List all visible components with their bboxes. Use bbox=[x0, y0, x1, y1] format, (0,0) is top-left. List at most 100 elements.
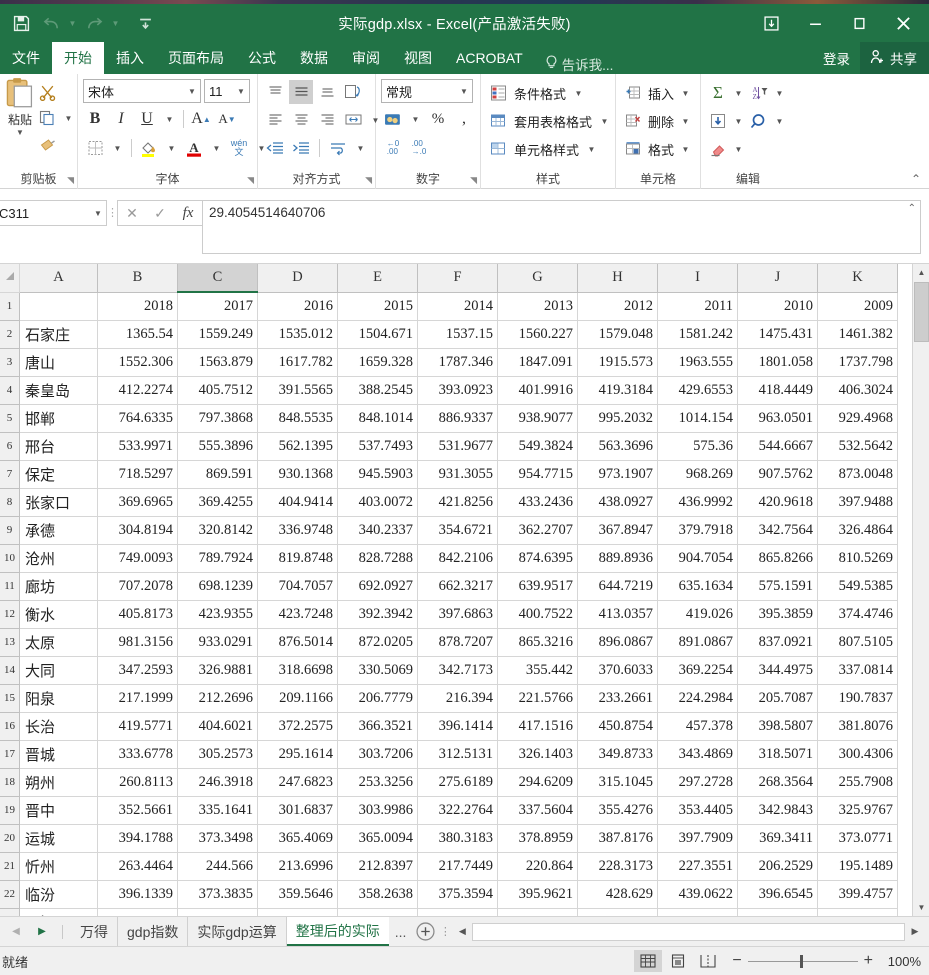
comma-format-button[interactable]: , bbox=[452, 107, 476, 131]
horizontal-scrollbar[interactable]: ◀ ▶ bbox=[452, 921, 925, 943]
ribbon-tab-formulas[interactable]: 公式 bbox=[236, 42, 288, 74]
cell-A12[interactable]: 衡水 bbox=[19, 600, 98, 629]
cell-F7[interactable]: 931.3055 bbox=[417, 460, 498, 489]
cell-A13[interactable]: 太原 bbox=[19, 628, 98, 657]
cell-B9[interactable]: 304.8194 bbox=[97, 516, 178, 545]
cell-J10[interactable]: 865.8266 bbox=[737, 544, 818, 573]
wrap-text-button[interactable] bbox=[326, 136, 350, 160]
cell-K23[interactable]: 290.9851 bbox=[817, 908, 898, 916]
cell-F10[interactable]: 842.2106 bbox=[417, 544, 498, 573]
cell-C7[interactable]: 869.591 bbox=[177, 460, 258, 489]
paste-dropdown-icon[interactable]: ▼ bbox=[16, 128, 24, 137]
cell-A17[interactable]: 晋城 bbox=[19, 740, 98, 769]
cell-D6[interactable]: 562.1395 bbox=[257, 432, 338, 461]
column-header-G[interactable]: G bbox=[497, 264, 578, 293]
cell-G23[interactable]: 349.3024 bbox=[497, 908, 578, 916]
table-row[interactable]: 17 晋城 333.6778 305.2573 295.1614 303.7206 312.… bbox=[0, 740, 898, 769]
cell-C12[interactable]: 423.9355 bbox=[177, 600, 258, 629]
table-row[interactable]: 6 邢台 533.9971 555.3896 562.1395 537.7493 531.9… bbox=[0, 432, 898, 461]
page-layout-view-icon[interactable] bbox=[664, 950, 692, 972]
table-row[interactable]: 2 石家庄 1365.54 1559.249 1535.012 1504.671 1537.… bbox=[0, 320, 898, 349]
cell-I19[interactable]: 353.4405 bbox=[657, 796, 738, 825]
vertical-scroll-thumb[interactable] bbox=[914, 282, 929, 342]
cell-B3[interactable]: 1552.306 bbox=[97, 348, 178, 377]
cell-F6[interactable]: 531.9677 bbox=[417, 432, 498, 461]
ribbon-tab-home[interactable]: 开始 bbox=[52, 42, 104, 74]
font-name-dropdown-icon[interactable]: ▼ bbox=[184, 87, 200, 96]
find-select-dropdown-icon[interactable]: ▼ bbox=[771, 109, 788, 133]
row-header-19[interactable]: 19 bbox=[0, 796, 20, 825]
cell-J5[interactable]: 963.0501 bbox=[737, 404, 818, 433]
cancel-formula-icon[interactable]: ✕ bbox=[118, 201, 146, 225]
cell-A9[interactable]: 承德 bbox=[19, 516, 98, 545]
cell-I17[interactable]: 343.4869 bbox=[657, 740, 738, 769]
column-header-J[interactable]: J bbox=[737, 264, 818, 293]
close-icon[interactable] bbox=[881, 4, 925, 42]
cell-H12[interactable]: 413.0357 bbox=[577, 600, 658, 629]
cell-K17[interactable]: 300.4306 bbox=[817, 740, 898, 769]
align-top-button[interactable] bbox=[263, 80, 287, 104]
sort-filter-button[interactable]: AZ bbox=[747, 81, 771, 105]
shrink-font-button[interactable]: A ▼ bbox=[215, 107, 239, 131]
cell-E6[interactable]: 537.7493 bbox=[337, 432, 418, 461]
column-header-B[interactable]: B bbox=[97, 264, 178, 293]
cell-D15[interactable]: 209.1166 bbox=[257, 684, 338, 713]
cell-K12[interactable]: 374.4746 bbox=[817, 600, 898, 629]
cell-H3[interactable]: 1915.573 bbox=[577, 348, 658, 377]
cell-B16[interactable]: 419.5771 bbox=[97, 712, 178, 741]
cell-J3[interactable]: 1801.058 bbox=[737, 348, 818, 377]
cell-B8[interactable]: 369.6965 bbox=[97, 488, 178, 517]
align-center-button[interactable] bbox=[289, 108, 313, 132]
name-box[interactable]: C311 ▼ bbox=[0, 200, 107, 226]
ribbon-display-options-icon[interactable] bbox=[749, 4, 793, 42]
fill-button[interactable] bbox=[706, 109, 730, 133]
cell-H23[interactable]: 383.0496 bbox=[577, 908, 658, 916]
row-header-11[interactable]: 11 bbox=[0, 572, 20, 601]
cell-K6[interactable]: 532.5642 bbox=[817, 432, 898, 461]
cell-H22[interactable]: 428.629 bbox=[577, 880, 658, 909]
cell-K15[interactable]: 190.7837 bbox=[817, 684, 898, 713]
cell-D3[interactable]: 1617.782 bbox=[257, 348, 338, 377]
cell-H13[interactable]: 896.0867 bbox=[577, 628, 658, 657]
cell-H19[interactable]: 355.4276 bbox=[577, 796, 658, 825]
cell-K18[interactable]: 255.7908 bbox=[817, 768, 898, 797]
cell-I9[interactable]: 379.7918 bbox=[657, 516, 738, 545]
cell-D4[interactable]: 391.5565 bbox=[257, 376, 338, 405]
font-color-dropdown-icon[interactable]: ▼ bbox=[208, 136, 225, 160]
cell-G6[interactable]: 549.3824 bbox=[497, 432, 578, 461]
cell-J18[interactable]: 268.3564 bbox=[737, 768, 818, 797]
column-header-C[interactable]: C bbox=[177, 264, 258, 293]
cell-E20[interactable]: 365.0094 bbox=[337, 824, 418, 853]
cell-C23[interactable]: 350.8913 bbox=[177, 908, 258, 916]
cell-D20[interactable]: 365.4069 bbox=[257, 824, 338, 853]
row-header-6[interactable]: 6 bbox=[0, 432, 20, 461]
tab-split-handle[interactable]: ⋮ bbox=[438, 925, 452, 938]
cell-K3[interactable]: 1737.798 bbox=[817, 348, 898, 377]
cell-B14[interactable]: 347.2593 bbox=[97, 656, 178, 685]
cell-H2[interactable]: 1579.048 bbox=[577, 320, 658, 349]
borders-button[interactable] bbox=[83, 136, 107, 160]
table-row[interactable]: 19 晋中 352.5661 335.1641 301.6837 303.9986 322.… bbox=[0, 796, 898, 825]
autosum-dropdown-icon[interactable]: ▼ bbox=[730, 81, 747, 105]
cell-J1[interactable]: 2010 bbox=[737, 292, 818, 321]
cell-F4[interactable]: 393.0923 bbox=[417, 376, 498, 405]
cell-I6[interactable]: 575.36 bbox=[657, 432, 738, 461]
cell-D22[interactable]: 359.5646 bbox=[257, 880, 338, 909]
row-header-1[interactable]: 1 bbox=[0, 292, 20, 321]
table-row[interactable]: 15 阳泉 217.1999 212.2696 209.1166 206.7779 216.… bbox=[0, 684, 898, 713]
cell-K11[interactable]: 549.5385 bbox=[817, 572, 898, 601]
table-row[interactable]: 20 运城 394.1788 373.3498 365.4069 365.0094 380.… bbox=[0, 824, 898, 853]
row-header-13[interactable]: 13 bbox=[0, 628, 20, 657]
cell-A3[interactable]: 唐山 bbox=[19, 348, 98, 377]
cell-G18[interactable]: 294.6209 bbox=[497, 768, 578, 797]
cell-J7[interactable]: 907.5762 bbox=[737, 460, 818, 489]
paste-button[interactable]: 粘贴 ▼ bbox=[5, 77, 35, 168]
cell-J15[interactable]: 205.7087 bbox=[737, 684, 818, 713]
table-row[interactable]: 10 沧州 749.0093 789.7924 819.8748 828.7288 842.… bbox=[0, 544, 898, 573]
customize-qat-icon[interactable] bbox=[130, 8, 160, 38]
align-bottom-button[interactable] bbox=[315, 80, 339, 104]
cell-E22[interactable]: 358.2638 bbox=[337, 880, 418, 909]
cell-C22[interactable]: 373.3835 bbox=[177, 880, 258, 909]
cell-H20[interactable]: 387.8176 bbox=[577, 824, 658, 853]
cell-F5[interactable]: 886.9337 bbox=[417, 404, 498, 433]
